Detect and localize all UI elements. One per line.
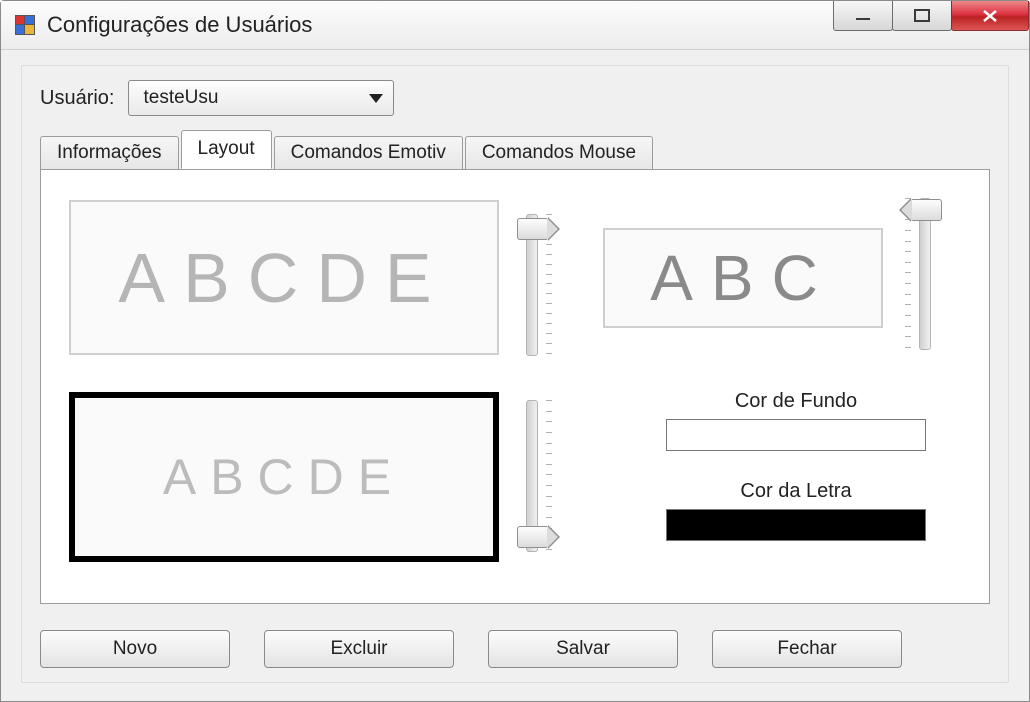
font-preview-large: ABCDE (69, 200, 499, 355)
save-button[interactable]: Salvar (488, 630, 678, 668)
button-row: Novo Excluir Salvar Fechar (40, 630, 990, 668)
maximize-button[interactable] (892, 1, 952, 31)
new-button[interactable]: Novo (40, 630, 230, 668)
user-label: Usuário: (40, 87, 114, 110)
button-label: Novo (113, 638, 157, 660)
font-preview-bordered: ABCDE (69, 392, 499, 562)
tab-page-layout: ABCDE ABC (40, 169, 990, 604)
window: Configurações de Usuários Usuário: (0, 0, 1030, 702)
tab-label: Informações (57, 142, 162, 163)
slider-thumb-icon[interactable] (910, 199, 942, 221)
window-title: Configurações de Usuários (47, 12, 312, 38)
text-color-swatch[interactable] (666, 509, 926, 541)
main-panel: Usuário: testeUsu Informações Layout Com… (21, 65, 1009, 683)
background-color-label: Cor de Fundo (735, 390, 857, 413)
slider-thumb-icon[interactable] (517, 218, 549, 240)
chevron-down-icon (369, 94, 383, 103)
close-dialog-button[interactable]: Fechar (712, 630, 902, 668)
text-color-group: Cor da Letra (666, 480, 926, 541)
button-label: Salvar (556, 638, 610, 660)
background-color-group: Cor de Fundo (666, 390, 926, 451)
delete-button[interactable]: Excluir (264, 630, 454, 668)
tab-label: Comandos Mouse (482, 142, 636, 163)
client-area: Usuário: testeUsu Informações Layout Com… (1, 49, 1029, 701)
app-icon (15, 15, 35, 35)
tab-layout[interactable]: Layout (181, 130, 272, 169)
button-label: Excluir (330, 638, 387, 660)
button-label: Fechar (777, 638, 836, 660)
border-size-slider[interactable] (526, 400, 576, 550)
close-button[interactable] (951, 1, 1029, 31)
user-combobox-value: testeUsu (143, 87, 218, 109)
font-size-slider-2[interactable] (905, 198, 955, 348)
window-controls (834, 1, 1029, 31)
font-preview-small: ABC (603, 228, 883, 328)
user-combobox[interactable]: testeUsu (128, 80, 394, 116)
slider-thumb-icon[interactable] (517, 526, 549, 548)
tab-comandos-mouse[interactable]: Comandos Mouse (465, 136, 653, 170)
preview-text: ABCDE (163, 448, 405, 506)
tab-label: Comandos Emotiv (291, 142, 446, 163)
tab-informacoes[interactable]: Informações (40, 136, 179, 170)
user-row: Usuário: testeUsu (40, 80, 990, 116)
minimize-button[interactable] (833, 1, 893, 31)
tab-comandos-emotiv[interactable]: Comandos Emotiv (274, 136, 463, 170)
text-color-label: Cor da Letra (740, 480, 851, 503)
preview-text: ABC (650, 241, 836, 315)
tab-strip: Informações Layout Comandos Emotiv Coman… (40, 130, 990, 169)
font-size-slider-1[interactable] (526, 214, 576, 354)
preview-text: ABCDE (118, 238, 449, 318)
title-bar: Configurações de Usuários (1, 1, 1029, 50)
tab-label: Layout (198, 138, 255, 159)
background-color-swatch[interactable] (666, 419, 926, 451)
